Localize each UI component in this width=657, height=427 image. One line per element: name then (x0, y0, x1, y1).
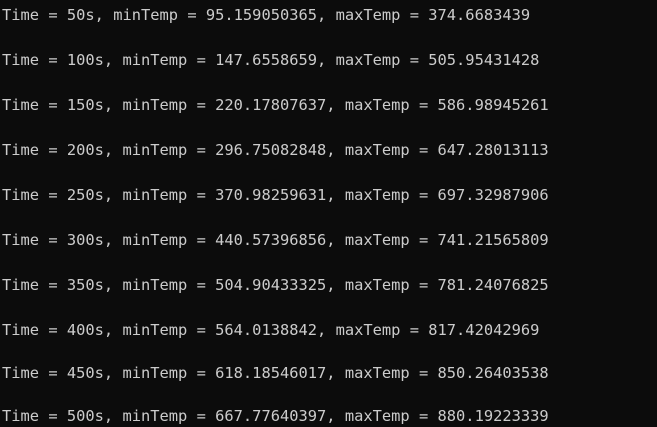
console-line: Time = 500s, minTemp = 667.77640397, max… (2, 407, 549, 425)
console-line: Time = 300s, minTemp = 440.57396856, max… (2, 231, 549, 249)
console-line: Time = 200s, minTemp = 296.75082848, max… (2, 141, 549, 159)
console-line: Time = 350s, minTemp = 504.90433325, max… (2, 276, 549, 294)
console-line: Time = 450s, minTemp = 618.18546017, max… (2, 364, 549, 382)
console-line: Time = 150s, minTemp = 220.17807637, max… (2, 96, 549, 114)
console-line: Time = 50s, minTemp = 95.159050365, maxT… (2, 6, 531, 24)
console-line: Time = 100s, minTemp = 147.6558659, maxT… (2, 51, 540, 69)
console-line: Time = 400s, minTemp = 564.0138842, maxT… (2, 321, 540, 339)
console-line: Time = 250s, minTemp = 370.98259631, max… (2, 186, 549, 204)
console-output[interactable]: Time = 50s, minTemp = 95.159050365, maxT… (0, 0, 657, 427)
